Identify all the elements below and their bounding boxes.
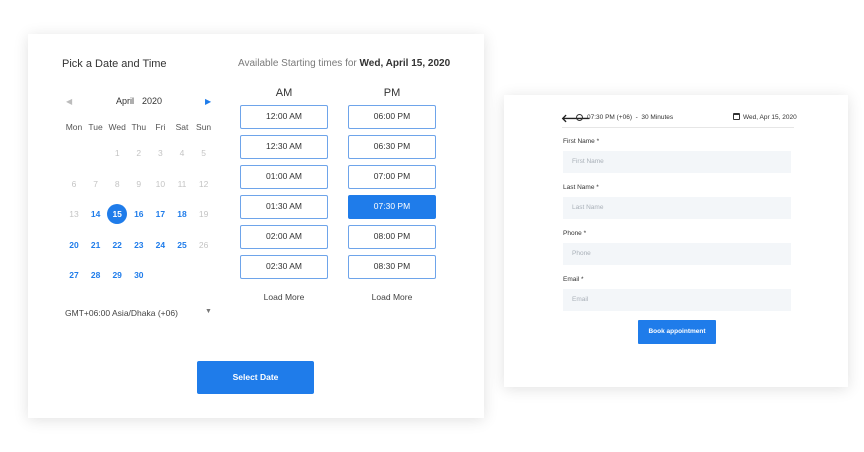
calendar-day: 12 xyxy=(198,178,209,189)
pm-time-slot[interactable]: 08:30 PM xyxy=(348,255,436,279)
clock-icon xyxy=(576,114,583,121)
am-time-slot[interactable]: 12:00 AM xyxy=(240,105,328,129)
calendar-day-selected[interactable]: 15 xyxy=(106,204,128,224)
pm-time-slot[interactable]: 08:00 PM xyxy=(348,225,436,249)
phone-input[interactable]: Phone xyxy=(563,243,791,265)
calendar-day[interactable]: 23 xyxy=(128,236,150,254)
pm-time-slot[interactable]: 06:00 PM xyxy=(348,105,436,129)
calendar-day: 26 xyxy=(198,239,209,250)
calendar-day: 6 xyxy=(71,178,77,189)
select-date-button[interactable]: Select Date xyxy=(197,361,314,394)
load-more-pm-button[interactable]: Load More xyxy=(348,292,436,302)
available-prefix: Available Starting times for xyxy=(238,58,357,69)
pm-time-slot[interactable]: 07:00 PM xyxy=(348,165,436,189)
pm-time-slot[interactable]: 06:30 PM xyxy=(348,135,436,159)
calendar-icon xyxy=(733,113,740,120)
available-date: Wed, April 15, 2020 xyxy=(359,58,451,69)
chevron-down-icon[interactable]: ▼ xyxy=(205,308,212,315)
calendar-day: 5 xyxy=(201,148,206,158)
page-title: Pick a Date and Time xyxy=(62,58,167,70)
calendar-day: 4 xyxy=(179,148,185,158)
first-name-input[interactable]: First Name xyxy=(563,151,791,173)
calendar-day[interactable]: 21 xyxy=(85,236,107,254)
am-column-heading: AM xyxy=(275,87,293,99)
calendar-day: 13 xyxy=(69,209,79,219)
weekday-header: Fri xyxy=(155,122,166,132)
prev-month-icon[interactable]: ◀ xyxy=(66,97,72,106)
calendar-day[interactable]: 17 xyxy=(149,205,171,223)
year-label: 2020 xyxy=(142,96,163,106)
weekday-header: Sat xyxy=(175,122,189,132)
am-time-slot[interactable]: 01:00 AM xyxy=(240,165,328,189)
calendar-day: 11 xyxy=(177,178,187,189)
calendar-day[interactable]: 22 xyxy=(106,236,128,254)
calendar-day: 2 xyxy=(136,148,142,158)
am-time-slot[interactable]: 01:30 AM xyxy=(240,195,328,219)
date-summary: Wed, Apr 15, 2020 xyxy=(743,114,797,121)
calendar-day[interactable]: 18 xyxy=(171,205,193,223)
calendar-day[interactable]: 27 xyxy=(63,266,85,284)
last-name-input[interactable]: Last Name xyxy=(563,197,791,219)
month-year: April 2020 xyxy=(116,96,162,106)
calendar-day: 10 xyxy=(155,178,166,189)
divider xyxy=(562,127,794,128)
book-appointment-button[interactable]: Book appointment xyxy=(638,320,716,344)
calendar-day[interactable]: 29 xyxy=(106,266,128,284)
month-label: April xyxy=(116,96,135,106)
calendar-day: 1 xyxy=(114,148,120,158)
am-time-slot[interactable]: 12:30 AM xyxy=(240,135,328,159)
calendar-day[interactable]: 20 xyxy=(63,236,85,254)
email-input[interactable]: Email xyxy=(563,289,791,311)
am-time-slot[interactable]: 02:30 AM xyxy=(240,255,328,279)
calendar-day: 9 xyxy=(136,178,142,189)
phone-label: Phone * xyxy=(563,230,587,237)
calendar-day: 8 xyxy=(114,178,120,189)
calendar-day[interactable]: 28 xyxy=(85,266,107,284)
available-times-heading: Available Starting times for Wed, April … xyxy=(238,58,450,69)
weekday-header: Wed xyxy=(108,122,126,132)
weekday-header: Sun xyxy=(196,122,212,132)
calendar-day[interactable]: 25 xyxy=(171,236,193,254)
last-name-label: Last Name * xyxy=(563,184,599,191)
calendar-day: 19 xyxy=(198,209,209,219)
calendar-day: 7 xyxy=(93,178,98,189)
weekday-header: Thu xyxy=(131,122,147,132)
calendar-day[interactable]: 16 xyxy=(128,205,150,223)
calendar-day: 3 xyxy=(158,148,163,158)
pm-time-slot[interactable]: 07:30 PM xyxy=(348,195,436,219)
load-more-am-button[interactable]: Load More xyxy=(240,292,328,302)
next-month-icon[interactable]: ▶ xyxy=(205,97,211,106)
calendar-day[interactable]: 24 xyxy=(149,236,171,254)
timezone-select[interactable]: GMT+06:00 Asia/Dhaka (+06) xyxy=(65,308,178,318)
calendar-day[interactable]: 14 xyxy=(85,205,107,223)
am-time-slot[interactable]: 02:00 AM xyxy=(240,225,328,249)
weekday-header: Mon xyxy=(65,122,83,132)
pm-column-heading: PM xyxy=(383,87,401,99)
time-summary: 07:30 PM (+06) - 30 Minutes xyxy=(587,114,674,121)
email-label: Email * xyxy=(563,276,584,283)
calendar-day[interactable]: 30 xyxy=(128,266,150,284)
weekday-header: Tue xyxy=(88,122,103,132)
first-name-label: First Name * xyxy=(563,138,600,145)
